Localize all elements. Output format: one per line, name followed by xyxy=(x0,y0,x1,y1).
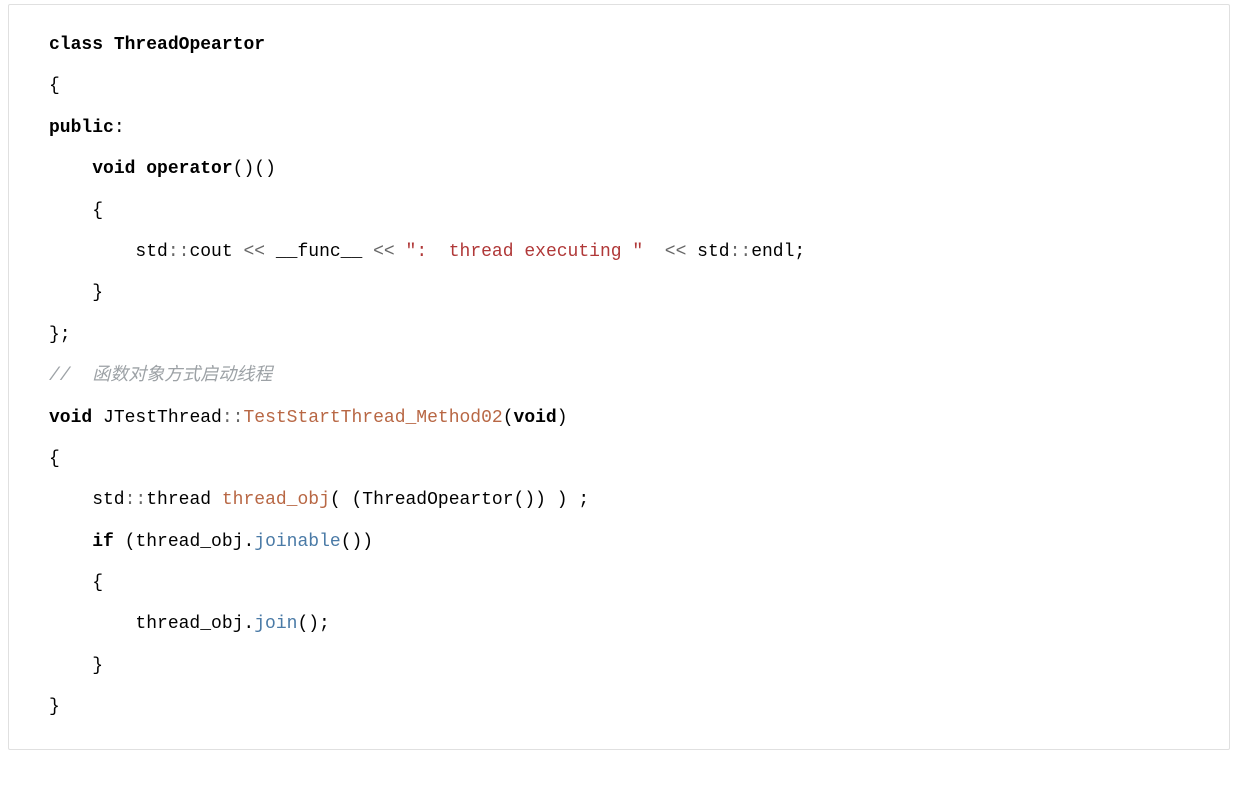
parens: ()() xyxy=(233,159,276,179)
double-colon: :: xyxy=(222,408,244,428)
code-line-16: { xyxy=(49,563,1189,604)
keyword-void: void xyxy=(514,408,557,428)
cout: cout xyxy=(189,242,243,262)
keyword-void: void xyxy=(92,159,135,179)
keyword-void: void xyxy=(49,408,92,428)
endl: endl; xyxy=(751,242,805,262)
code-line-6: std::cout << __func__ << ": thread execu… xyxy=(49,232,1189,273)
class-name: ThreadOpeartor xyxy=(114,35,265,55)
thread-type: thread xyxy=(146,490,222,510)
code-line-2: { xyxy=(49,66,1189,107)
code-line-13: { xyxy=(49,439,1189,480)
code-line-15: if (thread_obj.joinable()) xyxy=(49,522,1189,563)
std: std xyxy=(49,490,125,510)
space xyxy=(643,242,665,262)
indent xyxy=(49,532,92,552)
code-line-19: } xyxy=(49,687,1189,728)
keyword-public: public xyxy=(49,118,114,138)
space xyxy=(395,242,406,262)
colon: : xyxy=(114,118,125,138)
double-colon: :: xyxy=(730,242,752,262)
double-colon: :: xyxy=(168,242,190,262)
space xyxy=(135,159,146,179)
open-paren: ( xyxy=(503,408,514,428)
double-colon: :: xyxy=(125,490,147,510)
open: (thread_obj. xyxy=(125,532,255,552)
string-literal: ": thread executing " xyxy=(406,242,644,262)
obj: thread_obj. xyxy=(49,614,254,634)
keyword-class: class xyxy=(49,35,103,55)
keyword-operator: operator xyxy=(146,159,232,179)
variable: thread_obj xyxy=(222,490,330,510)
code-line-1: class ThreadOpeartor xyxy=(49,25,1189,66)
code-line-4: void operator()() xyxy=(49,149,1189,190)
code-line-5: { xyxy=(49,191,1189,232)
code-line-17: thread_obj.join(); xyxy=(49,604,1189,645)
code-line-9: }; xyxy=(49,315,1189,356)
close: (); xyxy=(297,614,329,634)
space xyxy=(92,408,103,428)
method-name: joinable xyxy=(254,532,340,552)
code-line-14: std::thread thread_obj( (ThreadOpeartor(… xyxy=(49,480,1189,521)
stream-op: << xyxy=(665,242,687,262)
function-name: TestStartThread_Method02 xyxy=(243,408,502,428)
std: std xyxy=(686,242,729,262)
space xyxy=(114,532,125,552)
indent xyxy=(49,159,92,179)
code-line-11: // 函数对象方式启动线程 xyxy=(49,356,1189,397)
code-block: class ThreadOpeartor { public: void oper… xyxy=(8,4,1230,750)
keyword-if: if xyxy=(92,532,114,552)
space xyxy=(103,35,114,55)
code-line-12: void JTestThread::TestStartThread_Method… xyxy=(49,398,1189,439)
stream-op: << xyxy=(243,242,265,262)
method-name: join xyxy=(254,614,297,634)
code-line-18: } xyxy=(49,646,1189,687)
stream-op: << xyxy=(373,242,395,262)
close-paren: ) xyxy=(557,408,568,428)
comment: // 函数对象方式启动线程 xyxy=(49,366,272,386)
std: std xyxy=(49,242,168,262)
code-line-3: public: xyxy=(49,108,1189,149)
code-line-7: } xyxy=(49,273,1189,314)
close: ()) xyxy=(341,532,373,552)
class-name: JTestThread xyxy=(103,408,222,428)
parens: ( (ThreadOpeartor()) ) ; xyxy=(330,490,589,510)
func-macro: __func__ xyxy=(265,242,373,262)
